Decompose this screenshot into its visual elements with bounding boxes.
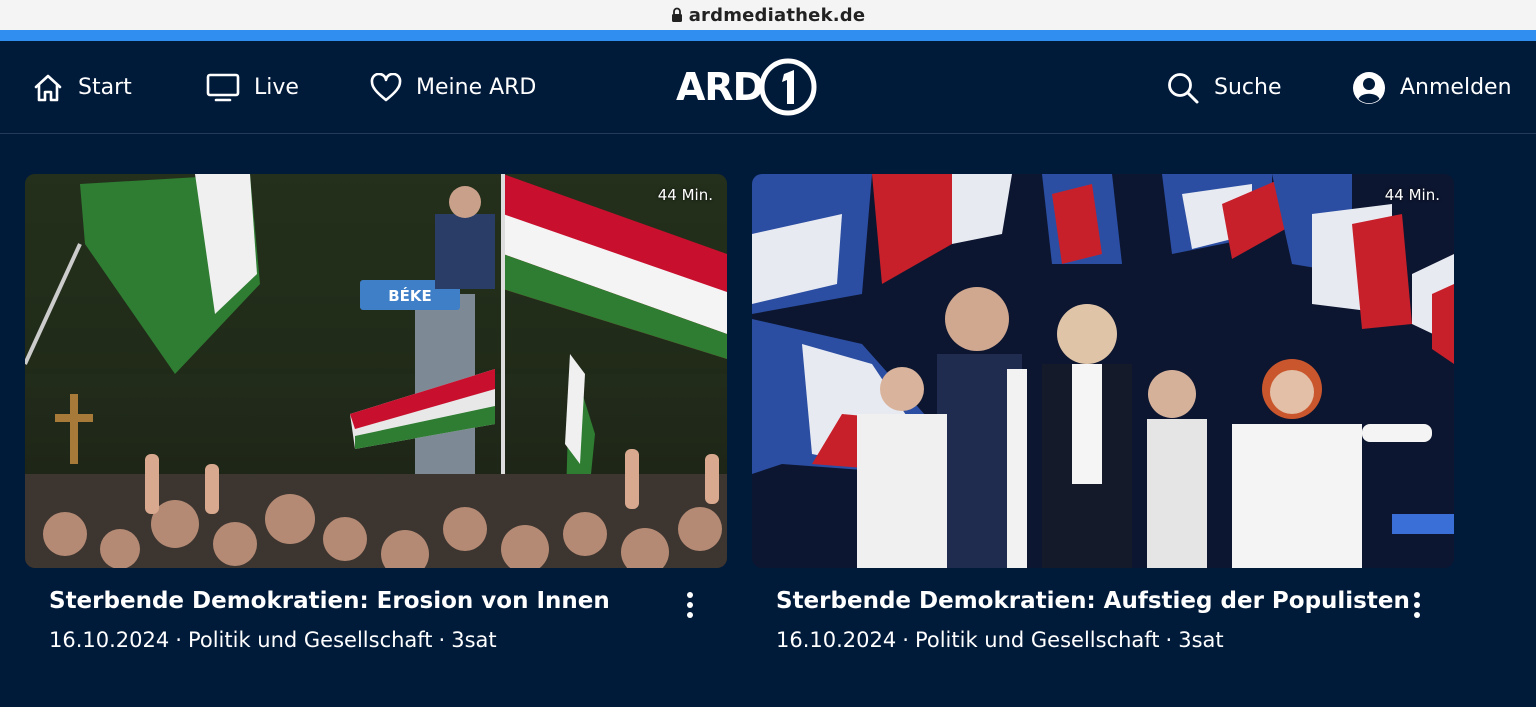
more-options-icon[interactable] [1402,588,1432,622]
video-title[interactable]: Sterbende Demokratien: Erosion von Innen [49,588,610,614]
nav-start-label: Start [78,75,132,100]
thumbnail-image-rally-hungarian-flags: BÉKE [25,174,727,568]
ard-logo[interactable]: ARD [676,56,819,118]
video-category: Politik und Gesellschaft [187,628,433,652]
video-thumbnail[interactable]: BÉKE 44 Min. [25,174,727,568]
meta-separator: · [175,628,182,652]
video-channel: 3sat [451,628,497,652]
video-card[interactable]: 44 Min. Sterbende Demokratien: Aufstieg … [752,174,1454,652]
video-meta: 16.10.2024 · Politik und Gesellschaft · … [776,628,1224,652]
nav-start[interactable]: Start [32,41,132,134]
nav-search-label: Suche [1214,75,1282,100]
lock-icon [671,7,682,22]
thumbnail-image-rally-french-flags [752,174,1454,568]
nav-meine-ard[interactable]: Meine ARD [370,41,536,134]
video-date: 16.10.2024 [776,628,897,652]
ard-one-logo-icon [759,58,817,116]
nav-login[interactable]: Anmelden [1352,41,1512,134]
more-options-icon[interactable] [675,588,705,622]
video-channel: 3sat [1178,628,1224,652]
video-thumbnail[interactable]: 44 Min. [752,174,1454,568]
video-meta: 16.10.2024 · Politik und Gesellschaft · … [49,628,497,652]
home-icon [34,74,62,101]
video-card[interactable]: BÉKE 44 Min. Sterbende Demokratien: Eros… [25,174,727,652]
site-header: Start Live Meine ARD ARD Suche Anmelden [0,41,1536,134]
meta-separator: · [438,628,446,652]
tv-icon [206,73,240,101]
video-duration: 44 Min. [1384,186,1440,204]
nav-search[interactable]: Suche [1166,41,1281,134]
nav-live-label: Live [254,75,299,100]
video-title[interactable]: Sterbende Demokratien: Aufstieg der Popu… [776,588,1410,614]
page-load-progress-bar [0,30,1536,41]
browser-url: ardmediathek.de [688,4,866,26]
search-icon [1168,72,1199,103]
video-date: 16.10.2024 [49,628,170,652]
heart-icon [370,72,402,101]
ard-logo-text: ARD [676,65,764,109]
nav-login-label: Anmelden [1400,75,1512,100]
meta-separator: · [1165,628,1173,652]
meta-separator: · [902,628,909,652]
video-category: Politik und Gesellschaft [914,628,1160,652]
user-icon [1353,71,1385,104]
nav-meine-ard-label: Meine ARD [416,75,537,100]
video-duration: 44 Min. [657,186,713,204]
nav-live[interactable]: Live [206,41,299,134]
podium-sign-text: BÉKE [388,286,432,305]
browser-url-bar[interactable]: ardmediathek.de [0,0,1536,30]
